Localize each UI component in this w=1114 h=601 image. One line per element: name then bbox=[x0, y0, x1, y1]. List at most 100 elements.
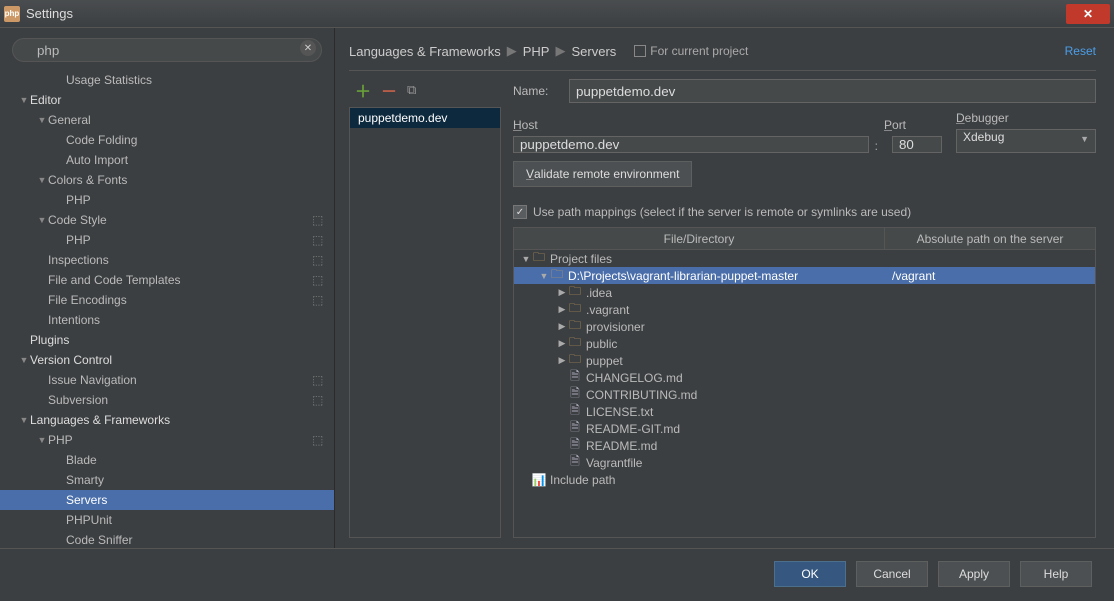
file-tree-row[interactable]: 🗎CHANGELOG.md bbox=[514, 369, 1095, 386]
folder-icon: 🗀 bbox=[550, 270, 564, 282]
sidebar-item[interactable]: File and Code Templates⬚ bbox=[0, 270, 334, 290]
folder-icon: 🗀 bbox=[568, 338, 582, 350]
file-tree-row[interactable]: 🗎LICENSE.txt bbox=[514, 403, 1095, 420]
use-path-mappings-checkbox[interactable]: ✓ bbox=[513, 205, 527, 219]
sidebar-item[interactable]: PHP bbox=[0, 190, 334, 210]
expand-arrow-icon[interactable]: ▼ bbox=[538, 271, 550, 281]
window-close-button[interactable]: ✕ bbox=[1066, 4, 1110, 24]
server-list-item[interactable]: puppetdemo.dev bbox=[350, 108, 500, 128]
file-tree-row[interactable]: ▼🗀D:\Projects\vagrant-librarian-puppet-m… bbox=[514, 267, 1095, 284]
settings-tree[interactable]: Usage Statistics▼Editor▼GeneralCode Fold… bbox=[0, 68, 334, 548]
expand-arrow-icon[interactable]: ▼ bbox=[36, 115, 48, 125]
validate-remote-button[interactable]: VValidate remote environmentalidate remo… bbox=[513, 161, 692, 187]
sidebar-item[interactable]: ▼General bbox=[0, 110, 334, 130]
file-name: .idea bbox=[586, 286, 885, 300]
expand-arrow-icon[interactable]: ▼ bbox=[36, 215, 48, 225]
path-mappings-panel: File/Directory Absolute path on the serv… bbox=[513, 227, 1096, 538]
search-clear-button[interactable]: ✕ bbox=[300, 40, 316, 56]
breadcrumb-item[interactable]: Servers bbox=[571, 44, 616, 59]
apply-button[interactable]: Apply bbox=[938, 561, 1010, 587]
titlebar: php Settings ✕ bbox=[0, 0, 1114, 28]
mappings-tree[interactable]: ▼🗀Project files▼🗀D:\Projects\vagrant-lib… bbox=[514, 250, 1095, 537]
sidebar-item[interactable]: Servers bbox=[0, 490, 334, 510]
file-tree-row[interactable]: ▶🗀puppet bbox=[514, 352, 1095, 369]
scope-label: For current project bbox=[650, 44, 748, 58]
debugger-label: Debugger bbox=[956, 111, 1096, 125]
file-tree-row[interactable]: ▶🗀.idea bbox=[514, 284, 1095, 301]
breadcrumb: Languages & Frameworks ▶ PHP ▶ Servers bbox=[349, 43, 616, 59]
sidebar-item[interactable]: Intentions bbox=[0, 310, 334, 330]
sidebar-item[interactable]: Code Folding bbox=[0, 130, 334, 150]
sidebar-item[interactable]: PHPUnit bbox=[0, 510, 334, 530]
help-button[interactable]: Help bbox=[1020, 561, 1092, 587]
cancel-button[interactable]: Cancel bbox=[856, 561, 928, 587]
copy-server-button[interactable]: ⧉ bbox=[407, 82, 416, 98]
sidebar-item[interactable]: ▼Languages & Frameworks bbox=[0, 410, 334, 430]
sidebar-item-label: Auto Import bbox=[66, 153, 326, 167]
expand-arrow-icon[interactable]: ▶ bbox=[556, 355, 568, 366]
expand-arrow-icon[interactable]: ▶ bbox=[556, 304, 568, 315]
file-name: .vagrant bbox=[586, 303, 885, 317]
sidebar-item[interactable]: Issue Navigation⬚ bbox=[0, 370, 334, 390]
sidebar-item[interactable]: Auto Import bbox=[0, 150, 334, 170]
file-name: LICENSE.txt bbox=[586, 405, 885, 419]
sidebar-item[interactable]: Plugins bbox=[0, 330, 334, 350]
sidebar-item[interactable]: Blade bbox=[0, 450, 334, 470]
host-input[interactable] bbox=[513, 136, 869, 153]
sidebar-item[interactable]: File Encodings⬚ bbox=[0, 290, 334, 310]
add-server-button[interactable]: ＋ bbox=[355, 78, 371, 102]
file-tree-row[interactable]: 🗎README.md bbox=[514, 437, 1095, 454]
remove-server-button[interactable]: － bbox=[381, 78, 397, 102]
include-path-icon: 📊 bbox=[532, 474, 546, 486]
reset-link[interactable]: Reset bbox=[1065, 44, 1096, 58]
sidebar-item[interactable]: ▼Colors & Fonts bbox=[0, 170, 334, 190]
server-name-input[interactable] bbox=[569, 79, 1096, 103]
use-path-mappings-label: Use path mappings (select if the server … bbox=[533, 205, 911, 219]
sidebar-item-label: PHP bbox=[48, 433, 312, 447]
sidebar-item[interactable]: Usage Statistics bbox=[0, 70, 334, 90]
sidebar-item[interactable]: Code Sniffer bbox=[0, 530, 334, 548]
sidebar-item-label: PHP bbox=[66, 233, 312, 247]
port-input[interactable] bbox=[892, 136, 942, 153]
sidebar-item[interactable]: Smarty bbox=[0, 470, 334, 490]
file-tree-row[interactable]: 🗎Vagrantfile bbox=[514, 454, 1095, 471]
sidebar-item[interactable]: ▼Editor bbox=[0, 90, 334, 110]
sidebar-item-label: Colors & Fonts bbox=[48, 173, 326, 187]
window-title: Settings bbox=[26, 6, 1064, 21]
file-name: public bbox=[586, 337, 885, 351]
file-tree-row[interactable]: 🗎CONTRIBUTING.md bbox=[514, 386, 1095, 403]
file-tree-row[interactable]: 📊Include path bbox=[514, 471, 1095, 488]
file-name: README-GIT.md bbox=[586, 422, 885, 436]
sidebar-item[interactable]: ▼Code Style⬚ bbox=[0, 210, 334, 230]
file-tree-row[interactable]: 🗎README-GIT.md bbox=[514, 420, 1095, 437]
expand-arrow-icon[interactable]: ▼ bbox=[36, 175, 48, 185]
expand-arrow-icon[interactable]: ▼ bbox=[520, 254, 532, 264]
breadcrumb-item[interactable]: PHP bbox=[523, 44, 550, 59]
sidebar-item[interactable]: ▼PHP⬚ bbox=[0, 430, 334, 450]
sidebar-item[interactable]: Subversion⬚ bbox=[0, 390, 334, 410]
ok-button[interactable]: OK bbox=[774, 561, 846, 587]
expand-arrow-icon[interactable]: ▼ bbox=[18, 95, 30, 105]
expand-arrow-icon[interactable]: ▼ bbox=[18, 415, 30, 425]
settings-content: Languages & Frameworks ▶ PHP ▶ Servers F… bbox=[335, 28, 1114, 548]
expand-arrow-icon[interactable]: ▼ bbox=[18, 355, 30, 365]
breadcrumb-item[interactable]: Languages & Frameworks bbox=[349, 44, 501, 59]
expand-arrow-icon[interactable]: ▶ bbox=[556, 338, 568, 349]
server-list[interactable]: puppetdemo.dev bbox=[349, 107, 501, 538]
file-icon: 🗎 bbox=[568, 372, 582, 384]
search-input[interactable] bbox=[12, 38, 322, 62]
sidebar-item[interactable]: Inspections⬚ bbox=[0, 250, 334, 270]
file-tree-row[interactable]: ▶🗀 public bbox=[514, 335, 1095, 352]
absolute-path-cell[interactable]: /vagrant bbox=[885, 269, 1095, 283]
expand-arrow-icon[interactable]: ▶ bbox=[556, 321, 568, 332]
expand-arrow-icon[interactable]: ▶ bbox=[556, 287, 568, 298]
debugger-select[interactable]: Xdebug ▼ bbox=[956, 129, 1096, 153]
file-tree-row[interactable]: ▶🗀provisioner bbox=[514, 318, 1095, 335]
file-tree-row[interactable]: ▼🗀Project files bbox=[514, 250, 1095, 267]
folder-icon: 🗀 bbox=[568, 321, 582, 333]
file-tree-row[interactable]: ▶🗀.vagrant bbox=[514, 301, 1095, 318]
sidebar-item[interactable]: PHP⬚ bbox=[0, 230, 334, 250]
expand-arrow-icon[interactable]: ▼ bbox=[36, 435, 48, 445]
port-label: Port bbox=[884, 118, 942, 132]
sidebar-item[interactable]: ▼Version Control bbox=[0, 350, 334, 370]
